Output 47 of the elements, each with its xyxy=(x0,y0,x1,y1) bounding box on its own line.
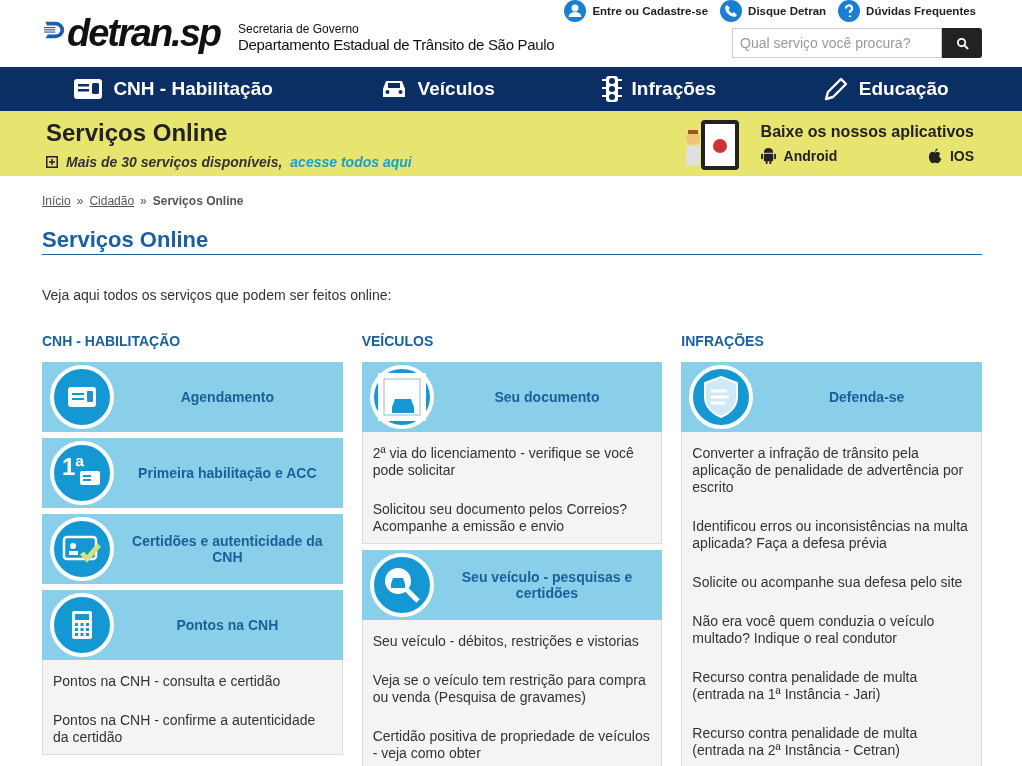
service-link[interactable]: Converter a infração de trânsito pela aplicação de penalidade de advertência por escrito xyxy=(692,445,973,496)
services-count-text: Mais de 30 serviços disponíveis, xyxy=(66,153,283,170)
column-heading: VEÍCULOS xyxy=(361,333,435,349)
service-card-header[interactable]: Certidões e autenticidade da CNH xyxy=(42,514,343,584)
service-link[interactable]: 2ª via do licenciamento - verifique se você pode solicitar xyxy=(372,445,654,479)
service-link[interactable]: Identificou erros ou inconsistências na multa aplicada? Faça a defesa prévia xyxy=(692,518,973,552)
nav-link[interactable]: CNH - Habilitação xyxy=(73,78,273,100)
nav-link[interactable]: Educação xyxy=(822,76,949,102)
org-subtitle: Secretaria de Governo xyxy=(238,22,360,36)
nav-link[interactable]: Veículos xyxy=(379,78,495,100)
breadcrumb-link[interactable]: Início xyxy=(42,194,71,208)
banner-title: Serviços Online xyxy=(46,117,229,148)
service-link[interactable]: Veja se o veículo tem restrição para compra ou venda (Pesquisa de gravames) xyxy=(372,672,654,706)
top-link[interactable]: Dúvidas Frequentes xyxy=(838,0,976,22)
top-link[interactable]: Disque Detran xyxy=(720,0,827,22)
breadcrumb-separator: » xyxy=(76,194,84,208)
apps-title: Baixe os nossos aplicativos xyxy=(760,123,974,141)
nav-link[interactable]: Infrações xyxy=(601,75,716,103)
first-license-label: 1ª xyxy=(62,453,85,481)
service-link[interactable]: Solicitou seu documento pelos Correios? Acompanhe a emissão e envio xyxy=(372,501,654,535)
service-link[interactable]: Certidão positiva de propriedade de veículos - veja como obter xyxy=(372,728,654,762)
service-link[interactable]: Recurso contra penalidade de multa (entrada na 2ª Instância - Cetran) xyxy=(692,725,973,759)
service-link[interactable]: Recurso contra penalidade de multa (entrada na 1ª Instância - Jari) xyxy=(692,669,973,703)
service-link[interactable]: Solicite ou acompanhe sua defesa pelo site xyxy=(692,574,973,591)
service-card-header[interactable]: 1ª Primeira habilitação e ACC xyxy=(42,438,343,508)
service-card-header[interactable]: Defenda-se xyxy=(681,362,982,432)
service-card-header[interactable]: Pontos na CNH xyxy=(42,590,343,660)
breadcrumb-link[interactable]: Cidadão xyxy=(89,194,135,208)
page-title: Serviços Online xyxy=(42,227,982,255)
org-title: Departamento Estadual de Trânsito de São Paulo xyxy=(238,36,555,53)
service-card-header[interactable]: Agendamento xyxy=(42,362,343,432)
app-store-link[interactable]: Android xyxy=(760,147,838,164)
intro-text: Veja aqui todos os serviços que podem ser feitos online: xyxy=(42,287,393,303)
search-field[interactable]: Qual serviço você procura? xyxy=(732,28,942,58)
breadcrumb-separator: » xyxy=(140,194,147,208)
service-card-header[interactable]: Seu documento xyxy=(361,362,663,432)
service-link[interactable]: Pontos na CNH - confirme a autenticidade da certidão xyxy=(53,712,334,746)
logo-text[interactable]: detran.sp xyxy=(66,12,220,55)
column-heading: INFRAÇÕES xyxy=(681,333,765,349)
app-store-link[interactable]: IOS xyxy=(927,147,974,164)
column-heading: CNH - HABILITAÇÃO xyxy=(42,333,182,349)
service-link[interactable]: Não era você quem conduzia o veículo multado? Indique o real condutor xyxy=(692,613,973,647)
service-card-header[interactable]: Seu veículo - pesquisas e certidões xyxy=(361,550,663,620)
service-link[interactable]: Pontos na CNH - consulta e certidão xyxy=(53,673,334,690)
breadcrumb-current[interactable]: Serviços Online xyxy=(152,194,244,208)
top-link[interactable]: Entre ou Cadastre-se xyxy=(564,0,709,22)
service-link[interactable]: Seu veículo - débitos, restrições e vistorias xyxy=(372,633,654,650)
